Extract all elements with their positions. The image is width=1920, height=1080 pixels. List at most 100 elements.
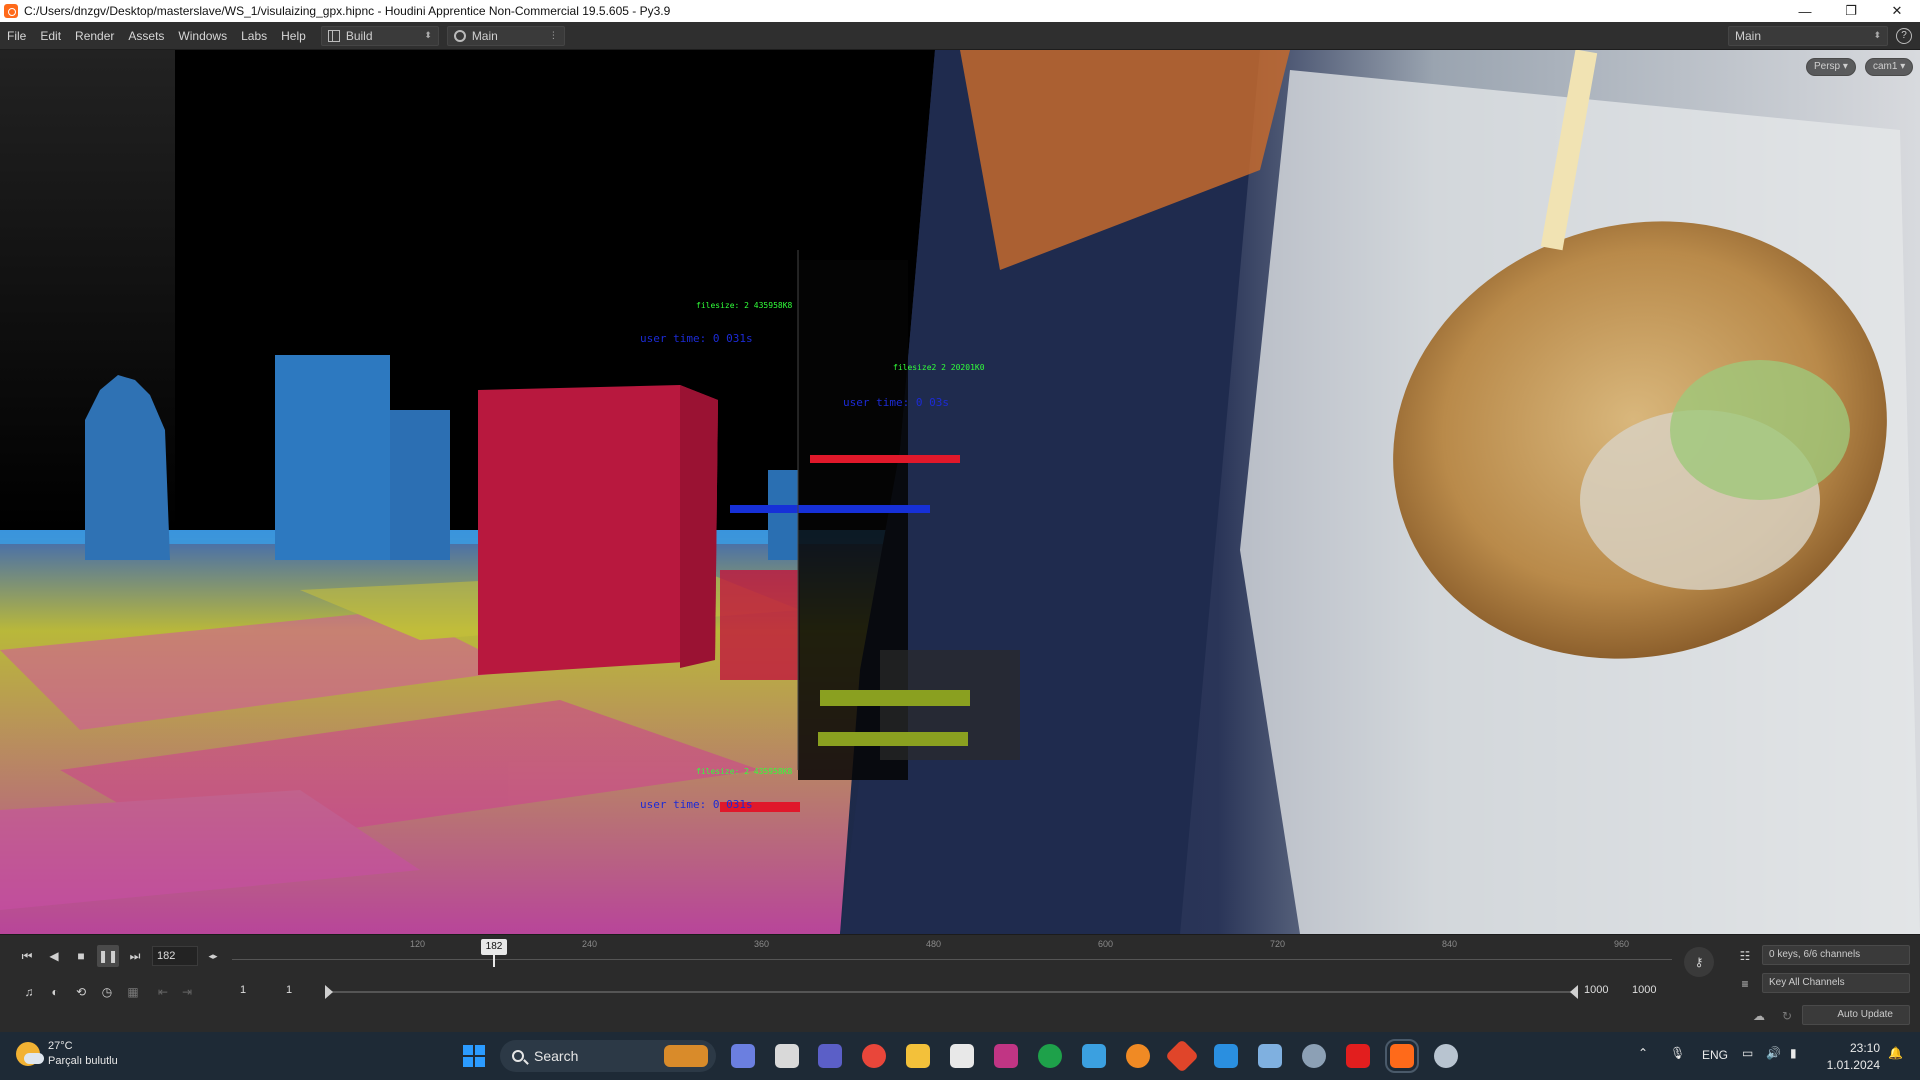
window-title: C:/Users/dnzgv/Desktop/masterslave/WS_1/… (24, 4, 671, 18)
close-button[interactable]: ✕ (1874, 0, 1920, 22)
menu-bar: File Edit Render Assets Windows Labs Hel… (0, 22, 1920, 50)
range-end-handle[interactable] (1570, 985, 1578, 999)
scene-viewport[interactable]: filesize: 2 435958K8 user time: 0 031s f… (0, 50, 1920, 934)
audio-icon[interactable]: ♫ (18, 981, 40, 1003)
instagram-icon[interactable] (994, 1044, 1018, 1068)
houdini-icon[interactable] (1385, 1039, 1419, 1073)
timeline-ruler[interactable]: 120 240 360 480 600 720 840 960 182 (232, 935, 1672, 969)
steam-icon[interactable] (1434, 1044, 1458, 1068)
menu-labs[interactable]: Labs (234, 22, 274, 50)
timeline-panel: ⏮ ◀ ■ ❚❚ ⏭ 182 ◂▸ 120 240 360 480 600 72… (0, 934, 1920, 1032)
chevron-updown-icon: ⬍ (424, 30, 432, 40)
tray-overflow-icon[interactable]: ⌃ (1638, 1046, 1648, 1060)
clock-icon[interactable]: ◷ (96, 981, 118, 1003)
windows-taskbar: 27°C Parçalı bulutlu Search ⌃ 🎙 ENG ▭ 🔊 … (0, 1032, 1920, 1080)
range-start-handle[interactable] (325, 985, 333, 999)
menu-help[interactable]: Help (274, 22, 313, 50)
loop-icon[interactable]: ⟲ (70, 981, 92, 1003)
clock-date: 1.01.2024 (1826, 1058, 1880, 1072)
step-back-icon[interactable]: ⇤ (152, 981, 174, 1003)
sim-icon[interactable]: ▦ (122, 981, 144, 1003)
overlay-usertime-2: user time: 0 03s (843, 396, 949, 409)
windows-start-icon[interactable] (462, 1044, 486, 1068)
ruler-tick: 960 (1614, 939, 1630, 949)
task-view-icon[interactable] (775, 1044, 799, 1068)
channel-icon[interactable]: ☷ (1734, 945, 1756, 967)
overlay-filesize-2: filesize2 2 20201K0 (893, 363, 985, 372)
notification-bell-icon[interactable]: 🔔 (1888, 1046, 1903, 1060)
camera-menu[interactable]: cam1 ▾ (1865, 58, 1914, 76)
range-end-field[interactable]: 1000 (1580, 981, 1624, 1001)
playhead-line[interactable] (493, 955, 495, 967)
key-icon[interactable]: ⚷ (1684, 947, 1714, 977)
cloud-icon[interactable]: ☁ (1748, 1005, 1770, 1027)
overlay-usertime-1: user time: 0 031s (640, 332, 753, 345)
network-tray-icon[interactable]: ▭ (1742, 1046, 1753, 1060)
settings-icon[interactable] (1302, 1044, 1326, 1068)
desktop-label: Build (345, 28, 373, 43)
current-frame-field[interactable]: 182 (152, 946, 198, 966)
window-titlebar: C:/Users/dnzgv/Desktop/masterslave/WS_1/… (0, 0, 1920, 22)
xbox-icon[interactable] (1038, 1044, 1062, 1068)
minimize-button[interactable]: — (1782, 0, 1828, 22)
realtime-icon[interactable]: ◐ (44, 981, 66, 1003)
end-frame-field[interactable]: 1000 (1628, 981, 1672, 1001)
microphone-icon[interactable]: 🎙 (1670, 1046, 1685, 1060)
key-list-icon[interactable]: ≡ (1734, 973, 1756, 995)
jump-end-button[interactable]: ⏭ (124, 945, 146, 967)
ruler-tick: 720 (1270, 939, 1286, 949)
overlay-usertime-3: user time: 0 031s (640, 798, 753, 811)
stop-button[interactable]: ■ (70, 945, 92, 967)
clock-time: 23:10 (1849, 1041, 1880, 1055)
key-all-channels-button[interactable]: Key All Channels (1762, 973, 1910, 993)
range-slider[interactable] (328, 991, 1578, 993)
right-desk-selector[interactable]: Main ⬍ (1728, 25, 1888, 46)
file-explorer-icon[interactable] (906, 1044, 930, 1068)
weather-widget[interactable]: 27°C Parçalı bulutlu (16, 1039, 118, 1069)
menu-assets[interactable]: Assets (121, 22, 171, 50)
blender-icon[interactable] (1126, 1044, 1150, 1068)
battery-icon[interactable]: ▮ (1790, 1046, 1797, 1060)
teams-icon[interactable] (818, 1044, 842, 1068)
vscode-icon[interactable] (1214, 1044, 1238, 1068)
maximize-button[interactable]: ❐ (1828, 0, 1874, 22)
widgets-icon[interactable] (731, 1044, 755, 1068)
jump-start-button[interactable]: ⏮ (16, 945, 38, 967)
viewport-scene: filesize: 2 435958K8 user time: 0 031s f… (0, 50, 1920, 934)
menu-windows[interactable]: Windows (171, 22, 234, 50)
right-desk-label: Main (1735, 28, 1762, 43)
volume-icon[interactable]: 🔊 (1766, 1046, 1781, 1060)
refresh-icon[interactable]: ↻ (1776, 1005, 1798, 1027)
system-clock[interactable]: 23:10 1.01.2024 (1810, 1040, 1880, 1074)
ruler-tick: 360 (754, 939, 770, 949)
auto-update-select[interactable]: Auto Update (1802, 1005, 1910, 1025)
language-indicator[interactable]: ENG (1702, 1048, 1728, 1062)
desktop-selector[interactable]: Build ⬍ (320, 25, 439, 46)
range-start-field[interactable]: 1 (282, 981, 324, 1001)
pause-button[interactable]: ❚❚ (97, 945, 119, 967)
menu-edit[interactable]: Edit (33, 22, 68, 50)
keys-info[interactable]: 0 keys, 6/6 channels (1762, 945, 1910, 965)
acrobat-icon[interactable] (1346, 1044, 1370, 1068)
ruler-tick: 120 (410, 939, 426, 949)
mail-icon[interactable] (1258, 1044, 1282, 1068)
persp-menu[interactable]: Persp ▾ (1806, 58, 1856, 76)
ruler-tick: 840 (1442, 939, 1458, 949)
ruler-tick: 240 (582, 939, 598, 949)
help-icon[interactable]: ? (1896, 27, 1912, 44)
play-reverse-button[interactable]: ◀ (43, 945, 65, 967)
weather-temp: 27°C (48, 1040, 73, 1052)
start-frame-field[interactable]: 1 (236, 981, 278, 1001)
ruler-tick: 480 (926, 939, 942, 949)
notepad-icon[interactable] (1082, 1044, 1106, 1068)
network-selector[interactable]: Main ⋮ (446, 25, 565, 46)
chrome-icon[interactable] (862, 1044, 886, 1068)
git-icon[interactable] (1165, 1039, 1199, 1073)
menu-file[interactable]: File (0, 22, 33, 50)
step-forward-icon[interactable]: ⇥ (176, 981, 198, 1003)
menu-render[interactable]: Render (68, 22, 121, 50)
playhead-frame[interactable]: 182 (481, 939, 507, 955)
taskbar-search[interactable]: Search (500, 1040, 716, 1072)
inkscape-icon[interactable] (950, 1044, 974, 1068)
step-frame-icon[interactable]: ◂▸ (202, 945, 224, 967)
